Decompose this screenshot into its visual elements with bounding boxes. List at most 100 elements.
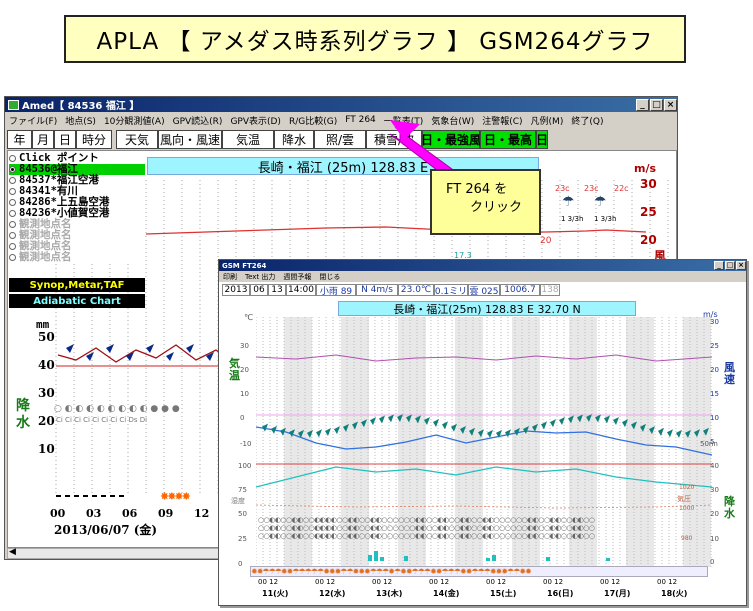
gsm-info-field: 06 xyxy=(250,284,268,296)
tab-5[interactable]: 風向・風速 xyxy=(158,130,222,149)
radio-icon[interactable] xyxy=(9,188,16,195)
menu-item-0[interactable]: ファイル(F) xyxy=(5,114,61,127)
menu-item-1[interactable]: 地点(S) xyxy=(61,114,100,127)
y-tick-left: 20 xyxy=(38,414,55,428)
wind-arrow xyxy=(66,344,74,353)
callout-box: FT 264 を クリック xyxy=(430,169,541,235)
gsm-info-bar: 2013 06 13 14:00 小雨 89 N 4m/s 23.0℃ 0.1ミリ雲 025 1… xyxy=(222,284,560,297)
gsm-menu-item[interactable]: 閉じる xyxy=(315,272,344,282)
gsm-hour-label: 00 12 xyxy=(657,578,678,586)
gsm-wind-arrow xyxy=(487,429,493,438)
gsm-hour-label: 00 12 xyxy=(372,578,393,586)
tab-7[interactable]: 降水 xyxy=(274,130,314,149)
radio-icon[interactable] xyxy=(9,254,16,261)
gsm-hour-label: 00 12 xyxy=(258,578,279,586)
gsm-wind-arrow xyxy=(550,419,556,428)
gsm-right-tick: 20 xyxy=(710,510,719,518)
gsm-rain-bar xyxy=(606,558,610,561)
close-button[interactable]: × xyxy=(664,98,677,111)
gsm-right-tick: 0 xyxy=(710,558,715,566)
gsm-day-label: 12(水) xyxy=(319,589,346,598)
temp-label-1: 23c xyxy=(555,184,570,193)
menu-item-10[interactable]: 凡例(M) xyxy=(527,114,568,127)
tab-6[interactable]: 気温 xyxy=(222,130,274,149)
radio-icon[interactable] xyxy=(9,199,16,206)
gsm-pressure-1000: 1000 xyxy=(679,505,695,512)
gsm-left-tick: 25 xyxy=(238,535,247,543)
gsm-cloud-row: ○○◐◐○○◐◐○○◐◐◐◐○○◐◐○○◐◐○○○○○○◐◐○○◐◐○○◐◐○○… xyxy=(258,516,595,540)
radio-icon[interactable] xyxy=(9,210,16,217)
gsm-day-label: 11(火) xyxy=(262,589,289,598)
tab-3[interactable]: 時分 xyxy=(76,130,112,149)
gsm-unit-left: ℃ xyxy=(244,313,253,322)
rain-icon-label-2: 1 3/3h xyxy=(594,215,617,223)
wind-arrow xyxy=(186,344,194,353)
gsm-right-tick: 50nn xyxy=(700,440,718,448)
app-icon xyxy=(8,99,19,110)
station-list: Click ポイント 84536@福江 84537*福江空港 84341*有川 8428… xyxy=(9,153,145,263)
radio-icon[interactable] xyxy=(9,166,16,173)
gsm-day-label: 15(土) xyxy=(490,589,517,598)
menu-item-5[interactable]: R/G比較(G) xyxy=(285,114,341,127)
gsm-info-field: 1006.7 xyxy=(500,284,540,296)
gsm-wind-arrow xyxy=(388,414,394,423)
gsm-rain-label: 降 水 xyxy=(724,495,735,520)
gsm-menubar: 印刷 Text 出力 週間予報 閉じる xyxy=(219,271,746,282)
gsm-wind-label: 風 速 xyxy=(724,361,735,386)
minimize-button[interactable]: _ xyxy=(636,98,649,111)
gsm-info-field: 14:00 xyxy=(286,284,316,296)
gsm-day-label: 17(月) xyxy=(604,589,631,598)
menu-item-2[interactable]: 10分観測値(A) xyxy=(100,114,169,127)
gsm-wind-arrow xyxy=(262,423,268,432)
tab-1[interactable]: 月 xyxy=(32,130,54,149)
menu-item-11[interactable]: 終了(Q) xyxy=(567,114,607,127)
gsm-menu-item[interactable]: 週間予報 xyxy=(279,272,315,282)
synop-button[interactable]: Synop,Metar,TAF xyxy=(9,278,145,292)
station-label: 観測地点名 xyxy=(19,251,72,263)
adiabatic-button[interactable]: Adiabatic Chart xyxy=(9,294,145,308)
gsm-minimize-button[interactable]: _ xyxy=(714,261,724,270)
y-tick-left: 50 xyxy=(38,330,55,344)
gsm-left-tick: 30 xyxy=(240,342,249,350)
x-date-label: 2013/06/07 (金) xyxy=(54,523,158,537)
radio-icon[interactable] xyxy=(9,221,16,228)
amedas-titlebar[interactable]: Amed【 84536 福江 】 _ □ × xyxy=(5,97,677,112)
tab-12[interactable]: 日 xyxy=(536,130,548,149)
gsm-hour-label: 00 12 xyxy=(600,578,621,586)
temp-label-2: 23c xyxy=(584,184,599,193)
menu-item-6[interactable]: FT 264 xyxy=(341,115,380,125)
radio-icon[interactable] xyxy=(9,177,16,184)
gsm-right-tick: 30 xyxy=(710,318,719,326)
gsm-maximize-button[interactable]: □ xyxy=(725,261,735,270)
tab-11[interactable]: 日・最高 xyxy=(480,130,536,149)
gsm-hour-label: 00 12 xyxy=(429,578,450,586)
gsm-titlebar[interactable]: GSM FT264 _ □ × xyxy=(219,260,746,271)
tab-0[interactable]: 年 xyxy=(7,130,32,149)
tab-4[interactable]: 天気 xyxy=(116,130,158,149)
gsm-left-tick: 10 xyxy=(240,390,249,398)
gsm-wind-arrow xyxy=(334,426,340,435)
right-axis-20: 20 xyxy=(540,236,552,246)
gsm-left-tick: -10 xyxy=(240,440,252,448)
gsm-rain-bar xyxy=(404,556,408,561)
menu-item-4[interactable]: GPV表示(D) xyxy=(226,114,285,127)
maximize-button[interactable]: □ xyxy=(650,98,663,111)
tab-8[interactable]: 照/雲 xyxy=(314,130,366,149)
tab-2[interactable]: 日 xyxy=(54,130,76,149)
y-unit-right: m/s xyxy=(634,162,657,175)
gsm-humidity-label: 湿度 xyxy=(231,497,245,505)
scroll-left-arrow[interactable]: ◀ xyxy=(9,547,16,557)
menu-item-3[interactable]: GPV読込(R) xyxy=(169,114,227,127)
gsm-left-tick: 100 xyxy=(238,462,252,470)
gsm-right-tick: 10 xyxy=(710,414,719,422)
station-item[interactable]: 観測地点名 xyxy=(9,252,145,263)
menu-item-9[interactable]: 注警報(C) xyxy=(478,114,526,127)
radio-icon[interactable] xyxy=(9,232,16,239)
gsm-pressure-980: 980 xyxy=(681,535,693,542)
gsm-menu-item[interactable]: 印刷 xyxy=(219,272,241,282)
radio-icon[interactable] xyxy=(9,243,16,250)
gsm-menu-item[interactable]: Text 出力 xyxy=(241,272,279,282)
gsm-hour-label: 00 12 xyxy=(315,578,336,586)
gsm-close-button[interactable]: × xyxy=(736,261,746,270)
radio-icon[interactable] xyxy=(9,155,16,162)
